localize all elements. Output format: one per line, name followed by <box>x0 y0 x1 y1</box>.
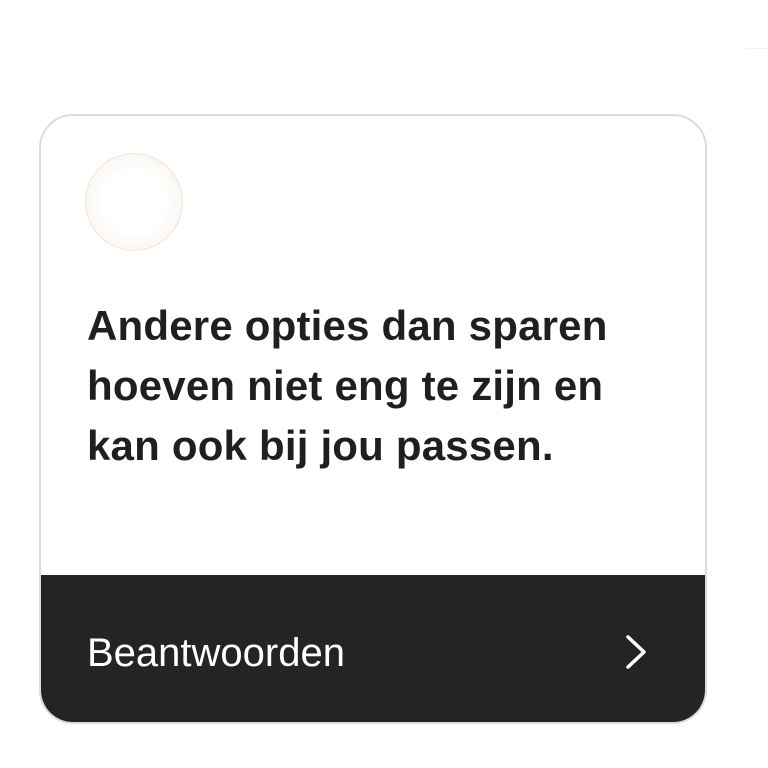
avatar <box>85 153 183 251</box>
screen: Andere opties dan sparen hoeven niet eng… <box>0 0 768 768</box>
divider <box>746 48 768 65</box>
reply-button-label: Beantwoorden <box>87 631 345 675</box>
reply-button[interactable]: Beantwoorden <box>41 575 705 722</box>
message-card: Andere opties dan sparen hoeven niet eng… <box>39 114 707 724</box>
card-body: Andere opties dan sparen hoeven niet eng… <box>41 116 705 575</box>
chevron-right-icon <box>626 635 646 669</box>
message-text: Andere opties dan sparen hoeven niet eng… <box>87 302 608 469</box>
